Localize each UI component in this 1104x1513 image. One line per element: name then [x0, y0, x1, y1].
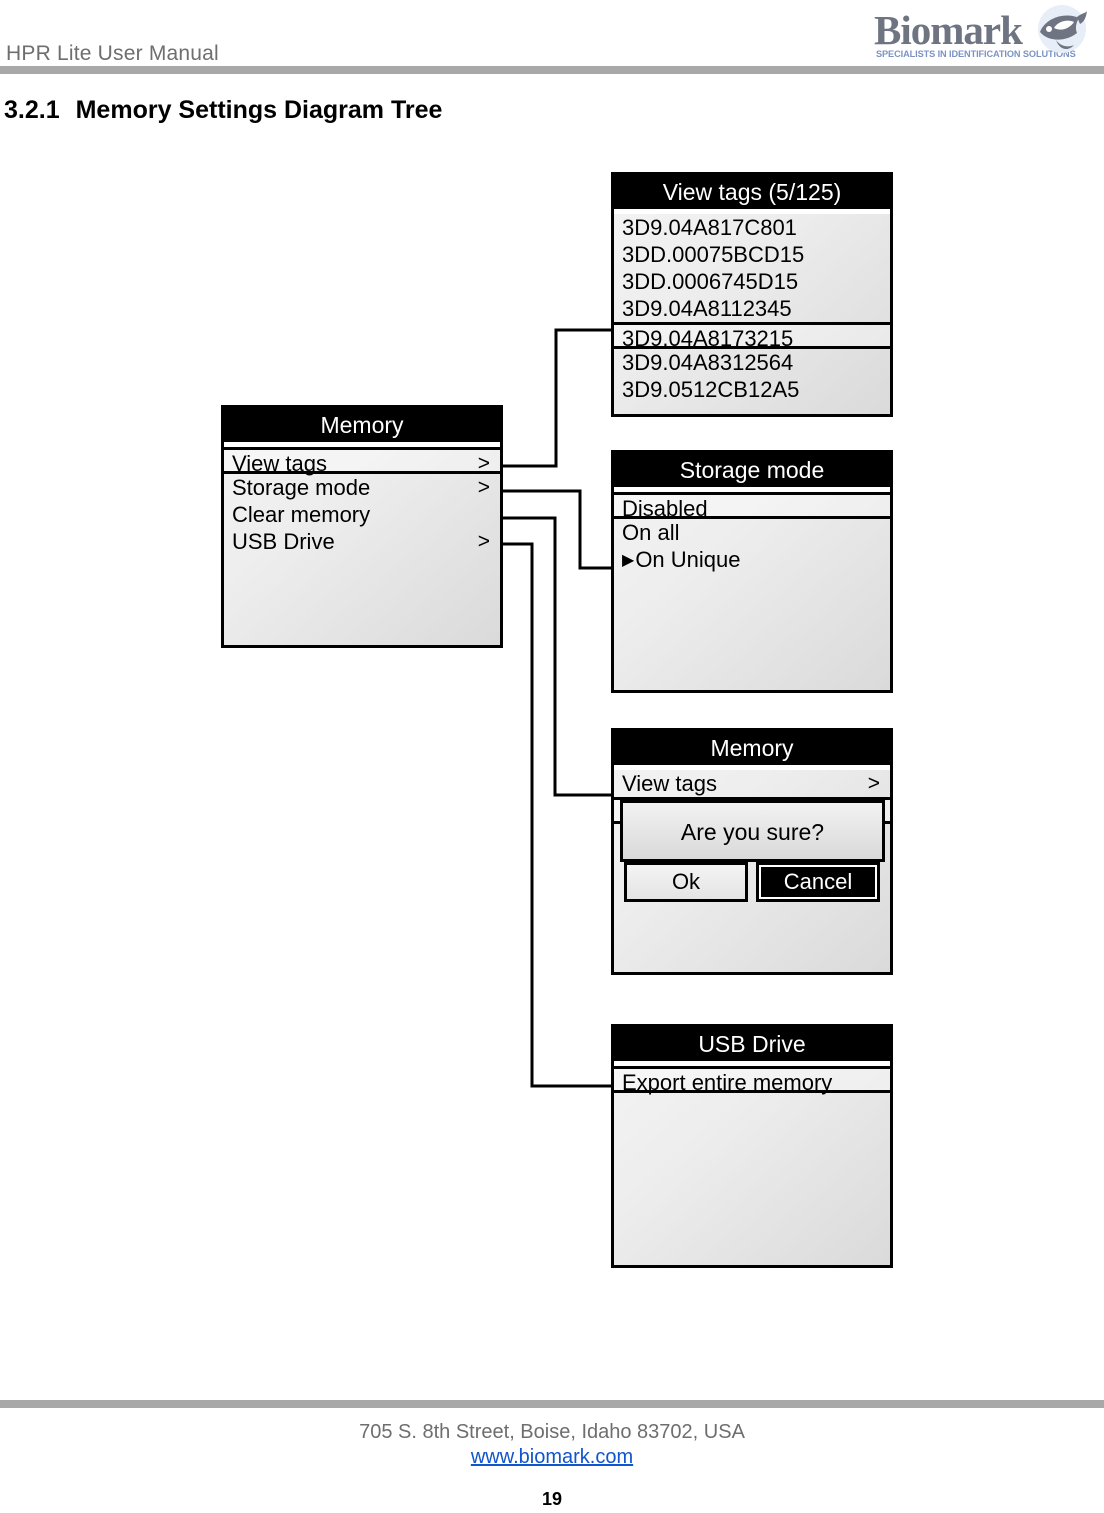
page-title: 3.2.1 Memory Settings Diagram Tree — [4, 96, 442, 125]
list-item[interactable]: 3DD.00075BCD15 — [614, 241, 890, 268]
menu-item-view-tags-background[interactable]: View tags > — [614, 770, 890, 797]
section-number: 3.2.1 — [4, 96, 60, 124]
chevron-right-icon: > — [867, 772, 880, 795]
confirm-dialog-message: Are you sure? — [620, 800, 885, 862]
screen-memory-menu: Memory View tags > Storage mode > Clear … — [221, 405, 503, 648]
biomark-logo: Biomark SPECIALISTS IN IDENTIFICATION SO… — [860, 4, 1090, 66]
list-item[interactable]: 3D9.04A8312564 — [614, 349, 890, 376]
menu-item-label: View tags — [232, 451, 327, 476]
list-item[interactable]: 3D9.04A817C801 — [614, 214, 890, 241]
list-item-selected[interactable]: 3D9.04A8173215 — [614, 322, 890, 351]
menu-item-export-entire-memory[interactable]: Export entire memory — [614, 1066, 890, 1095]
cancel-button[interactable]: Cancel — [756, 862, 880, 902]
screen-title-memory: Memory — [224, 408, 500, 442]
screen-body-usb-drive: Export entire memory — [614, 1066, 890, 1095]
option-disabled[interactable]: Disabled — [614, 492, 890, 521]
header-divider — [0, 66, 1104, 74]
screen-body-view-tags: 3D9.04A817C801 3DD.00075BCD15 3DD.000674… — [614, 214, 890, 403]
diagram-connectors — [503, 328, 611, 1088]
chevron-right-icon: > — [477, 476, 490, 499]
section-title: Memory Settings Diagram Tree — [75, 96, 443, 124]
footer-website-link[interactable]: www.biomark.com — [0, 1446, 1104, 1469]
menu-item-storage-mode[interactable]: Storage mode > — [224, 474, 500, 501]
menu-item-label: USB Drive — [232, 529, 335, 554]
chevron-right-icon: > — [477, 530, 490, 553]
screen-view-tags: View tags (5/125) 3D9.04A817C801 3DD.000… — [611, 172, 893, 417]
screen-storage-mode: Storage mode Disabled On all On Unique — [611, 450, 893, 693]
menu-item-label: Clear memory — [232, 502, 371, 527]
page-number: 19 — [541, 1489, 563, 1509]
menu-item-view-tags[interactable]: View tags > — [224, 447, 500, 476]
footer-address: 705 S. 8th Street, Boise, Idaho 83702, U… — [359, 1421, 745, 1443]
manual-page: HPR Lite User Manual Biomark SPECIALISTS… — [0, 0, 1104, 1513]
screen-body-memory: View tags > Storage mode > Clear memory … — [224, 447, 500, 555]
ok-button[interactable]: Ok — [624, 862, 748, 902]
screen-title-usb-drive: USB Drive — [614, 1027, 890, 1061]
screen-title-view-tags: View tags (5/125) — [614, 175, 890, 209]
document-header-title: HPR Lite User Manual — [6, 42, 219, 65]
screen-title-clear-memory: Memory — [614, 731, 890, 765]
menu-item-label: Storage mode — [232, 475, 371, 500]
list-item[interactable]: 3D9.0512CB12A5 — [614, 376, 890, 403]
list-item[interactable]: 3DD.0006745D15 — [614, 268, 890, 295]
fish-icon — [1038, 5, 1087, 53]
chevron-right-icon: > — [477, 452, 490, 475]
list-item[interactable]: 3D9.04A8112345 — [614, 295, 890, 322]
menu-item-label: View tags — [622, 771, 717, 796]
screen-title-storage-mode: Storage mode — [614, 453, 890, 487]
menu-item-clear-memory[interactable]: Clear memory — [224, 501, 500, 528]
screen-body-storage-mode: Disabled On all On Unique — [614, 492, 890, 573]
menu-item-usb-drive[interactable]: USB Drive > — [224, 528, 500, 555]
logo-wordmark: Biomark — [874, 7, 1023, 53]
option-on-all[interactable]: On all — [614, 519, 890, 546]
option-on-unique[interactable]: On Unique — [614, 546, 890, 573]
footer-divider — [0, 1400, 1104, 1408]
screen-usb-drive: USB Drive Export entire memory — [611, 1024, 893, 1268]
